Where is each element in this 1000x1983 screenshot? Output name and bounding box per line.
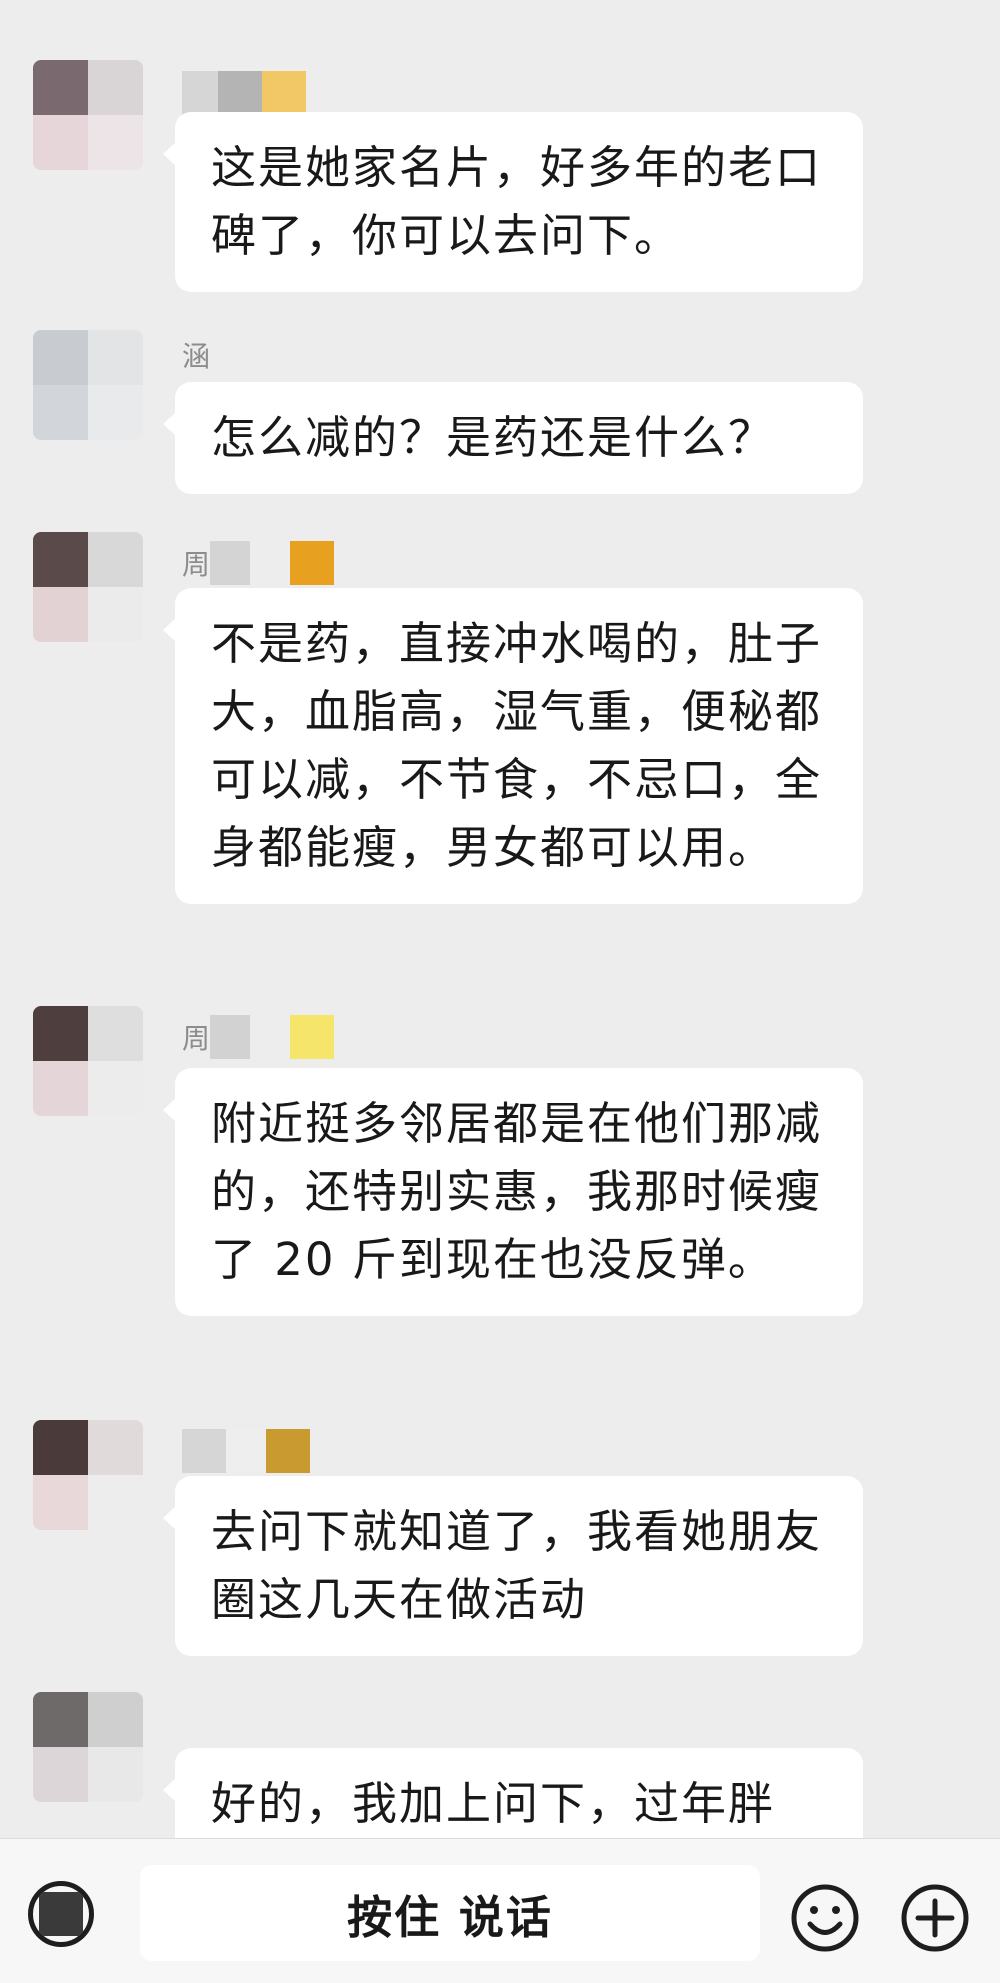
sender-name-blur	[250, 541, 291, 585]
message-bubble[interactable]: 去问下就知道了，我看她朋友圈这几天在做活动	[163, 1476, 863, 1656]
avatar[interactable]	[33, 60, 143, 170]
sender-name-blur	[218, 71, 262, 115]
message-text: 这是她家名片，好多年的老口碑了，你可以去问下。	[211, 141, 823, 262]
sender-name-blur	[290, 541, 335, 585]
sender-name-text: 周	[182, 548, 211, 581]
sender-name-blur	[182, 71, 218, 115]
sender-name-blur	[290, 1015, 335, 1059]
chat-message-list[interactable]: 这是她家名片，好多年的老口碑了，你可以去问下。 涵 怎么减的？是药还是什么？ 周…	[0, 0, 1000, 1840]
message-text: 不是药，直接冲水喝的，肚子大，血脂高，湿气重，便秘都可以减，不节食，不忌口，全身…	[211, 617, 823, 874]
emoji-icon[interactable]	[790, 1883, 860, 1953]
sender-name: 周	[182, 538, 335, 588]
keyboard-keys	[39, 1892, 83, 1936]
avatar[interactable]	[33, 1692, 143, 1802]
message-bubble[interactable]: 这是她家名片，好多年的老口碑了，你可以去问下。	[163, 112, 863, 292]
sender-name-blur	[226, 1429, 266, 1473]
hold-to-talk-label: 按住 说话	[347, 1890, 553, 1944]
avatar[interactable]	[33, 1420, 143, 1530]
sender-name-text: 周	[182, 1022, 211, 1055]
avatar[interactable]	[33, 330, 143, 440]
avatar[interactable]	[33, 1006, 143, 1116]
sender-name-blur	[266, 1429, 310, 1473]
message-text: 怎么减的？是药还是什么？	[211, 411, 776, 464]
message-bubble[interactable]: 好的，我加上问下，过年胖	[163, 1748, 863, 1840]
sender-name-text: 涵	[182, 340, 211, 373]
message-bubble[interactable]: 不是药，直接冲水喝的，肚子大，血脂高，湿气重，便秘都可以减，不节食，不忌口，全身…	[163, 588, 863, 904]
sender-name-blur	[262, 71, 306, 115]
message-bubble[interactable]: 附近挺多邻居都是在他们那减的，还特别实惠，我那时候瘦了 20 斤到现在也没反弹。	[163, 1068, 863, 1316]
sender-name	[182, 1426, 310, 1476]
sender-name-blur	[250, 1015, 291, 1059]
chat-input-bar: 按住 说话	[0, 1838, 1000, 1983]
plus-icon[interactable]	[900, 1883, 970, 1953]
hold-to-talk-button[interactable]: 按住 说话	[140, 1865, 760, 1961]
sender-name-blur	[210, 1015, 251, 1059]
message-text: 去问下就知道了，我看她朋友圈这几天在做活动	[211, 1505, 823, 1626]
sender-name: 涵	[182, 330, 210, 380]
message-text: 附近挺多邻居都是在他们那减的，还特别实惠，我那时候瘦了 20 斤到现在也没反弹。	[211, 1097, 823, 1286]
sender-name	[182, 68, 306, 118]
sender-name-blur	[210, 541, 251, 585]
keyboard-icon[interactable]	[28, 1881, 94, 1947]
sender-name-blur	[182, 1429, 226, 1473]
message-bubble[interactable]: 怎么减的？是药还是什么？	[163, 382, 863, 494]
message-text: 好的，我加上问下，过年胖	[211, 1777, 776, 1830]
sender-name: 周	[182, 1012, 335, 1062]
avatar[interactable]	[33, 532, 143, 642]
